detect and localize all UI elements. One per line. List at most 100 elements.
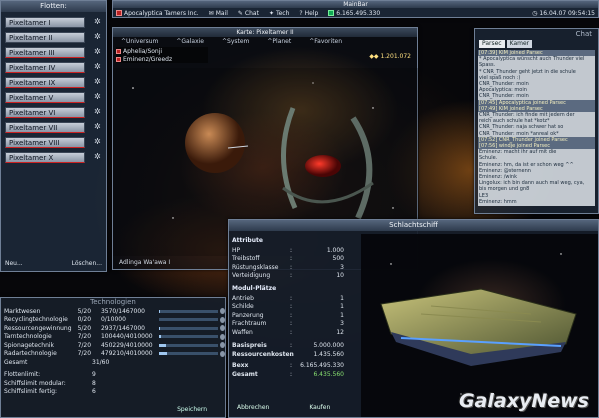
- save-button[interactable]: Speichern: [177, 406, 207, 413]
- tech-level: 7/20: [77, 341, 92, 349]
- fleet-item[interactable]: Pixeltamer VIII ✲: [5, 135, 102, 149]
- costs-row: Basispreis:5.000.000: [232, 342, 350, 351]
- nav-universe[interactable]: ^Universum: [121, 38, 158, 45]
- fleet-name[interactable]: Pixeltamer IX: [5, 76, 85, 88]
- nav-system[interactable]: ^System: [222, 38, 249, 45]
- tech-progress-bar: [159, 326, 218, 330]
- chat-tab-parsec[interactable]: Parsec: [479, 40, 505, 48]
- fleet-name[interactable]: Pixeltamer II: [5, 31, 85, 43]
- costs-value: 5.000.000: [313, 342, 344, 350]
- delete-fleet-button[interactable]: Löschen...: [72, 260, 102, 267]
- new-fleet-button[interactable]: Neu...: [5, 260, 23, 267]
- alliance-link[interactable]: Apocalyptica Tamers Inc.: [116, 10, 199, 17]
- mods-label: Schilde: [232, 303, 254, 311]
- buy-button[interactable]: Kaufen: [309, 404, 330, 411]
- tech-progress-value: 450229/4010000: [100, 341, 153, 349]
- attrs-label: Rüstungsklasse: [232, 263, 279, 271]
- date-display: ◷ 16.04.07 09:54:15: [532, 10, 595, 17]
- main-bar-title: MainBar: [113, 1, 598, 8]
- upgrade-button[interactable]: [220, 316, 226, 323]
- tech-stat: Flottenlimit: 9: [1, 371, 225, 380]
- fleet-item[interactable]: Pixeltamer I ✲: [5, 15, 102, 29]
- gear-icon[interactable]: ✲: [94, 138, 102, 146]
- gear-icon[interactable]: ✲: [94, 123, 102, 131]
- upgrade-button[interactable]: [220, 350, 226, 357]
- upgrade-button[interactable]: [220, 342, 226, 349]
- tech-progress-bar: [159, 352, 218, 356]
- attrs-value: 3: [340, 263, 344, 271]
- cancel-button[interactable]: Abbrechen: [237, 404, 269, 411]
- tech-progress-bar: [159, 343, 218, 347]
- fleet-item[interactable]: Pixeltamer X ✲: [5, 150, 102, 164]
- fleet-item[interactable]: Pixeltamer V ✲: [5, 90, 102, 104]
- alliance-icon: [116, 10, 122, 16]
- tech-row: Marktwesen 5/20 3570/1467000: [1, 307, 226, 316]
- costs-label: Ressourcenkosten: [232, 350, 294, 358]
- totals-label: Bexx: [232, 362, 249, 370]
- gear-icon[interactable]: ✲: [94, 63, 102, 71]
- mail-menu-item[interactable]: ✉ Mail: [209, 10, 228, 17]
- fleet-name[interactable]: Pixeltamer VI: [5, 106, 85, 118]
- chat-log[interactable]: [07:39] KIM joined Parsec * Apocalyptica …: [478, 50, 595, 206]
- help-label: Help: [304, 9, 319, 17]
- gear-icon[interactable]: ✲: [94, 18, 102, 26]
- gear-icon[interactable]: ✲: [94, 48, 102, 56]
- attributes-heading: Attribute: [232, 237, 263, 244]
- chat-tab-kamer[interactable]: Kamer: [506, 40, 533, 48]
- map-list-item[interactable]: Eminenz/Greedz: [116, 55, 208, 63]
- planet-red: [305, 155, 341, 177]
- nav-galaxy[interactable]: ^Galaxie: [176, 38, 204, 45]
- fleet-name[interactable]: Pixeltamer V: [5, 91, 85, 103]
- mods-label: Panzerung: [232, 311, 264, 319]
- gear-icon[interactable]: ✲: [94, 78, 102, 86]
- gear-icon[interactable]: ✲: [94, 33, 102, 41]
- fleet-name[interactable]: Pixeltamer VII: [5, 121, 85, 133]
- main-bar: MainBar Apocalyptica Tamers Inc. ✉ Mail …: [112, 0, 599, 18]
- nav-planet[interactable]: ^Planet: [267, 38, 291, 45]
- gear-icon[interactable]: ✲: [94, 93, 102, 101]
- fleet-item[interactable]: Pixeltamer II ✲: [5, 30, 102, 44]
- mods-value: 1: [340, 294, 344, 302]
- attrs-row: Rüstungsklasse:3: [232, 263, 350, 272]
- upgrade-button[interactable]: [220, 308, 226, 315]
- help-menu-item[interactable]: ? Help: [299, 10, 318, 17]
- tech-progress-bar: [159, 309, 218, 313]
- tech-menu-item[interactable]: ✦ Tech: [269, 10, 289, 17]
- attrs-label: Treibstoff: [232, 255, 260, 263]
- tech-icon: ✦: [268, 9, 274, 17]
- fleet-name[interactable]: Pixeltamer VIII: [5, 136, 85, 148]
- tech-row: Tarntechnologie 7/20 100440/4010000: [1, 333, 226, 342]
- fleet-name[interactable]: Pixeltamer III: [5, 46, 85, 58]
- fleet-item[interactable]: Pixeltamer VI ✲: [5, 105, 102, 119]
- nav-favorites[interactable]: ^Favoriten: [309, 38, 342, 45]
- chat-line: Eminenz: hmm: [479, 198, 517, 205]
- tech-level: 7/20: [77, 350, 92, 358]
- tech-row: Ressourcengewinnung 5/20 2937/1467000: [1, 324, 226, 333]
- map-list-label: Aphelia/Sonji: [123, 47, 163, 55]
- fleet-name[interactable]: Pixeltamer X: [5, 151, 85, 163]
- credits-icon: [328, 10, 335, 16]
- tech-name: Marktwesen: [4, 307, 41, 315]
- battleship-title: Schlachtschiff: [229, 220, 598, 231]
- gear-icon[interactable]: ✲: [94, 153, 102, 161]
- map-list-item[interactable]: Aphelia/Sonji: [116, 47, 208, 55]
- fleet-item[interactable]: Pixeltamer IX ✲: [5, 75, 102, 89]
- totals-value: 6.435.560: [313, 370, 344, 378]
- upgrade-button[interactable]: [220, 325, 226, 332]
- fleet-name[interactable]: Pixeltamer I: [5, 16, 85, 28]
- clock-icon: ◷: [532, 9, 538, 17]
- chat-menu-item[interactable]: ✎ Chat: [238, 10, 259, 17]
- tech-level: 31/60: [92, 358, 110, 366]
- upgrade-button[interactable]: [220, 333, 226, 340]
- tech-progress-value: 0/10000: [100, 316, 126, 324]
- tech-stat: Schiffslimit modular: 8: [1, 379, 225, 388]
- fleet-item[interactable]: Pixeltamer III ✲: [5, 45, 102, 59]
- tech-level: 5/20: [77, 307, 92, 315]
- modules-heading: Modul-Plätze: [232, 285, 277, 292]
- fleet-item[interactable]: Pixeltamer VII ✲: [5, 120, 102, 134]
- fleet-name[interactable]: Pixeltamer IV: [5, 61, 85, 73]
- fleet-item[interactable]: Pixeltamer IV ✲: [5, 60, 102, 74]
- mods-row: Schilde:1: [232, 303, 350, 312]
- attrs-value: 500: [332, 255, 344, 263]
- gear-icon[interactable]: ✲: [94, 108, 102, 116]
